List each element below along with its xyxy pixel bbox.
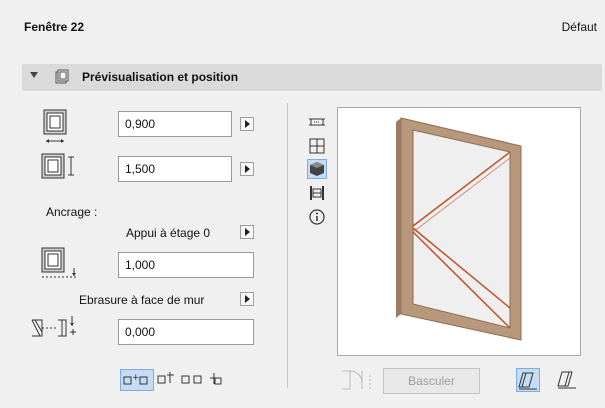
flip-direction-icon — [342, 370, 371, 390]
anchor-point-button-3[interactable] — [180, 369, 206, 391]
section-title: Prévisualisation et position — [82, 70, 239, 84]
mirror-right-button[interactable] — [556, 368, 580, 392]
3d-view-button[interactable] — [307, 159, 327, 179]
anchor-reference-select[interactable]: Appui à étage 0 — [126, 226, 210, 240]
anchor-point-icon-3 — [181, 375, 202, 384]
anchor-point-icon-4 — [210, 373, 222, 385]
flip-button[interactable]: Basculer — [383, 368, 480, 394]
height-icon — [41, 153, 74, 179]
info-icon[interactable] — [308, 208, 326, 226]
preview-section-icon — [55, 69, 69, 84]
width-input[interactable]: 0,900 — [118, 111, 232, 137]
mirror-right-icon — [557, 371, 576, 389]
3d-box-icon — [310, 162, 324, 176]
reveal-icon — [31, 316, 76, 337]
mirror-left-icon — [518, 372, 537, 390]
width-arrow-button[interactable] — [240, 117, 254, 131]
window-3d-preview — [396, 117, 522, 341]
reveal-input[interactable]: 0,000 — [118, 319, 254, 345]
preview-panel[interactable] — [337, 107, 581, 356]
anchor-point-button-4[interactable] — [208, 369, 224, 391]
mirror-left-button[interactable] — [516, 368, 540, 392]
height-arrow-button[interactable] — [240, 162, 254, 176]
section-icon[interactable] — [308, 184, 326, 202]
panel-divider — [287, 103, 288, 388]
window-title: Fenêtre 22 — [24, 20, 85, 34]
default-label[interactable]: Défaut — [562, 20, 597, 34]
plan-icon[interactable] — [308, 113, 326, 131]
reveal-select[interactable]: Ebrasure à face de mur — [79, 293, 204, 307]
width-icon — [43, 109, 67, 143]
elevation-icon — [41, 247, 78, 278]
elevation-input[interactable]: 1,000 — [118, 252, 254, 278]
anchor-point-icon-1: + — [123, 373, 148, 385]
collapse-triangle-icon[interactable] — [30, 72, 38, 78]
reveal-arrow-button[interactable] — [240, 292, 254, 306]
anchor-point-button-1[interactable]: + — [120, 369, 154, 391]
grid-icon[interactable] — [308, 137, 326, 155]
anchor-point-button-2[interactable] — [155, 369, 177, 391]
anchor-point-icon-2 — [157, 372, 174, 384]
anchor-reference-arrow-button[interactable] — [240, 225, 254, 239]
anchor-label: Ancrage : — [46, 205, 98, 219]
svg-text:+: + — [132, 373, 140, 383]
height-input[interactable]: 1,500 — [118, 156, 232, 182]
section-header[interactable]: Prévisualisation et position — [22, 64, 602, 91]
